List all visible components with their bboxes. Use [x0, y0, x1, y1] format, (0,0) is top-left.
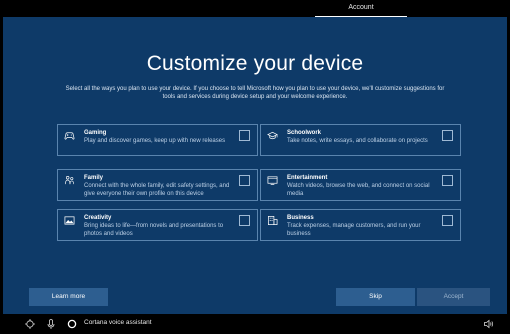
checkbox[interactable] — [239, 215, 250, 226]
volume-icon[interactable] — [483, 318, 495, 330]
option-desc: Track expenses, manage customers, and ru… — [287, 223, 421, 237]
gamepad-icon — [64, 130, 75, 141]
microphone-icon[interactable] — [45, 318, 57, 330]
option-entertainment[interactable]: Entertainment Watch videos, browse the w… — [260, 169, 461, 201]
page-title: Customize your device — [146, 52, 364, 75]
checkbox[interactable] — [239, 130, 250, 141]
tab-account[interactable]: Account — [315, 0, 407, 17]
media-icon — [267, 175, 278, 186]
setup-panel: Customize your device Select all the way… — [3, 17, 507, 314]
option-desc: Watch videos, browse the web, and connec… — [287, 183, 430, 197]
option-desc: Bring ideas to life—from novels and pres… — [84, 223, 224, 237]
cortana-icon[interactable] — [66, 318, 78, 330]
option-name: Entertainment — [287, 175, 328, 181]
option-gaming[interactable]: Gaming Play and discover games, keep up … — [57, 124, 258, 156]
learn-more-button[interactable]: Learn more — [29, 288, 108, 306]
taskbar: Cortana voice assistant — [0, 314, 510, 334]
checkbox[interactable] — [442, 175, 453, 186]
top-bar: Account — [0, 0, 510, 17]
option-name: Business — [287, 215, 314, 221]
family-icon — [64, 175, 75, 186]
checkbox[interactable] — [442, 215, 453, 226]
option-schoolwork[interactable]: Schoolwork Take notes, write essays, and… — [260, 124, 461, 156]
option-business[interactable]: Business Track expenses, manage customer… — [260, 209, 461, 241]
option-name: Schoolwork — [287, 130, 322, 136]
option-family[interactable]: Family Connect with the whole family, ed… — [57, 169, 258, 201]
checkbox[interactable] — [239, 175, 250, 186]
picture-icon — [64, 215, 75, 226]
option-desc: Connect with the whole family, edit safe… — [84, 183, 230, 197]
cortana-label: Cortana voice assistant — [84, 319, 152, 326]
checkbox[interactable] — [442, 130, 453, 141]
skip-button[interactable]: Skip — [336, 288, 415, 306]
option-desc: Play and discover games, keep up with ne… — [84, 138, 226, 144]
option-desc: Take notes, write essays, and collaborat… — [287, 138, 428, 144]
ease-of-access-icon[interactable] — [24, 318, 36, 330]
accept-button[interactable]: Accept — [417, 288, 490, 306]
option-name: Creativity — [84, 215, 112, 221]
option-creativity[interactable]: Creativity Bring ideas to life—from nove… — [57, 209, 258, 241]
option-name: Family — [84, 175, 104, 181]
page-subtitle: Select all the ways you plan to use your… — [65, 86, 445, 100]
briefcase-building-icon — [267, 215, 278, 226]
graduation-cap-icon — [267, 130, 278, 141]
option-name: Gaming — [84, 130, 107, 136]
